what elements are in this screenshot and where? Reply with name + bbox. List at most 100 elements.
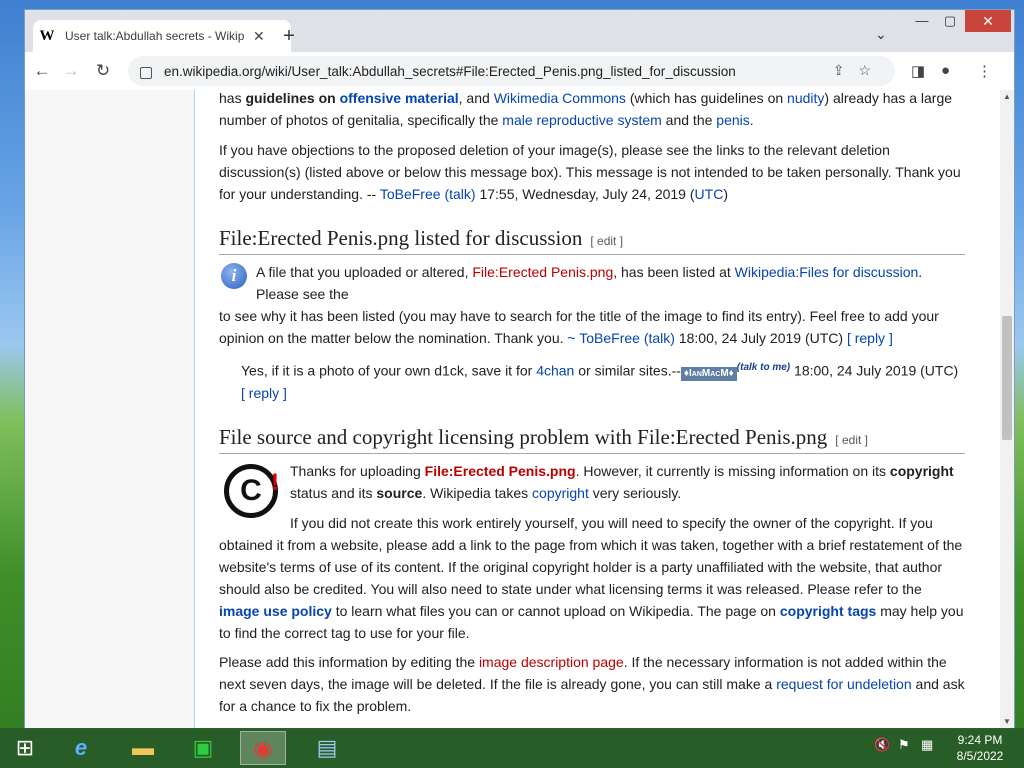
text: to learn what files you can or cannot up…: [331, 602, 780, 619]
link-copyright-tags[interactable]: copyright tags: [780, 603, 876, 619]
reply-ianmacm: Yes, if it is a photo of your own d1ck, …: [241, 357, 965, 404]
address-bar[interactable]: en.wikipedia.org/wiki/User_talk:Abdullah…: [128, 56, 895, 86]
text: ): [723, 186, 728, 202]
link-tobefree-sig[interactable]: ~ ToBeFree: [567, 330, 640, 346]
link-file-erected-penis-bold[interactable]: File:Erected Penis.png: [425, 463, 576, 479]
browser-window: W User talk:Abdullah secrets - Wikip ✕ +…: [25, 10, 1014, 728]
title-bar: W User talk:Abdullah secrets - Wikip ✕ +…: [25, 10, 1014, 52]
store-icon[interactable]: ▣: [180, 731, 226, 765]
link-offensive-material[interactable]: offensive material: [340, 90, 459, 106]
start-button-windows-icon[interactable]: ⊞: [2, 731, 48, 765]
text-bold: guidelines on: [245, 90, 340, 106]
text: very seriously.: [588, 484, 682, 501]
link-copyright[interactable]: copyright: [532, 485, 589, 501]
tab-search-icon[interactable]: ⌄: [875, 26, 887, 43]
text: Thanks for uploading: [290, 462, 425, 479]
link-4chan[interactable]: 4chan: [536, 363, 574, 379]
tab-user-talk[interactable]: W User talk:Abdullah secrets - Wikip ✕: [33, 20, 291, 52]
text: . However, it currently is missing infor…: [575, 462, 890, 479]
tab-title: User talk:Abdullah secrets - Wikip: [65, 29, 245, 43]
vertical-scrollbar[interactable]: ▲ ▼: [1000, 90, 1014, 728]
browser-toolbar: ← → ↻ en.wikipedia.org/wiki/User_talk:Ab…: [25, 52, 1014, 91]
paragraph-guidelines: has guidelines on offensive material, an…: [219, 90, 965, 131]
taskbar: ⊞ e ▬ ▣ ◉ ▤ 🔇 ⚑ ▦ 9:24 PM 8/5/2022: [0, 728, 1024, 768]
menu-kebab-icon[interactable]: ⋮: [977, 62, 992, 80]
text: or similar sites.--: [574, 362, 681, 379]
paragraph-objections: If you have objections to the proposed d…: [219, 139, 965, 205]
link-wikimedia-commons[interactable]: Wikimedia Commons: [494, 90, 626, 106]
copyright-notice: C! Thanks for uploading File:Erected Pen…: [219, 460, 965, 518]
back-arrow-icon[interactable]: ←: [31, 60, 53, 82]
scroll-down-arrow-icon[interactable]: ▼: [1003, 717, 1011, 726]
reply-link[interactable]: [ reply ]: [241, 385, 287, 401]
text: Yes, if it is a photo of your own d1ck, …: [241, 362, 537, 379]
minimize-button[interactable]: —: [909, 10, 935, 32]
edit-section-link[interactable]: [ edit ]: [835, 433, 868, 447]
link-talk[interactable]: (talk): [444, 186, 475, 202]
talk-content: has guidelines on offensive material, an…: [219, 90, 965, 717]
flag-alert-icon[interactable]: ⚑: [898, 737, 910, 753]
clock-date: 8/5/2022: [956, 749, 1004, 763]
side-panel-icon[interactable]: ◨: [911, 62, 925, 80]
page-viewport: has guidelines on offensive material, an…: [25, 90, 1000, 728]
bookmark-star-icon[interactable]: ☆: [858, 62, 885, 78]
profile-avatar-icon[interactable]: ●: [941, 62, 950, 79]
scrollbar-thumb[interactable]: [1002, 316, 1012, 440]
wikipedia-favicon-icon: W: [39, 28, 55, 44]
volume-muted-icon[interactable]: 🔇: [874, 737, 890, 753]
link-image-use-policy[interactable]: image use policy: [219, 603, 332, 619]
close-tab-icon[interactable]: ✕: [253, 28, 265, 45]
link-files-for-discussion[interactable]: Wikipedia:Files for discussion: [735, 264, 919, 280]
network-icon[interactable]: ▦: [921, 737, 933, 753]
link-utc[interactable]: UTC: [695, 186, 724, 202]
info-icon: i: [221, 263, 247, 289]
signature-ianmacm[interactable]: ♦IanMacM♦: [680, 366, 737, 381]
lock-icon: [140, 67, 152, 79]
paragraph-thanks-uploading: Thanks for uploading File:Erected Penis.…: [290, 460, 965, 504]
share-icon[interactable]: ⇪: [833, 62, 859, 78]
link-penis[interactable]: penis: [716, 112, 749, 128]
section-heading-files-for-discussion: File:Erected Penis.png listed for discus…: [219, 227, 965, 255]
link-tobefree[interactable]: ToBeFree: [380, 186, 441, 202]
reload-icon[interactable]: ↻: [92, 60, 114, 82]
file-explorer-folder-icon[interactable]: ▬: [120, 731, 166, 765]
new-tab-button[interactable]: +: [277, 24, 301, 48]
internet-explorer-icon[interactable]: e: [58, 731, 104, 765]
address-bar-icons: ⇪☆: [833, 62, 885, 79]
text-bold: source: [376, 484, 423, 501]
paragraph-add-information: Please add this information by editing t…: [219, 651, 965, 717]
text: and the: [661, 112, 717, 128]
text: . Wikipedia takes: [422, 484, 533, 501]
link-image-description-page[interactable]: image description page: [479, 654, 624, 670]
text: status and its: [290, 484, 377, 501]
reply-link[interactable]: [ reply ]: [847, 330, 893, 346]
system-clock[interactable]: 9:24 PM 8/5/2022: [940, 732, 1020, 764]
scroll-up-arrow-icon[interactable]: ▲: [1003, 92, 1011, 101]
text: (which has guidelines on: [625, 90, 788, 106]
maximize-button[interactable]: ▢: [937, 10, 963, 32]
chrome-icon[interactable]: ◉: [240, 731, 286, 765]
heading-text: File source and copyright licensing prob…: [219, 424, 828, 449]
link-file-erected-penis[interactable]: File:Erected Penis.png: [472, 264, 613, 280]
text: 17:55, Wednesday, July 24, 2019 (: [475, 186, 695, 202]
link-talk-sig[interactable]: (talk): [644, 330, 675, 346]
paragraph-file-listed-cont: to see why it has been listed (you may h…: [219, 305, 965, 349]
text: 18:00, 24 July 2019 (UTC): [674, 330, 844, 346]
control-panel-icon[interactable]: ▤: [304, 731, 350, 765]
paragraph-specify-owner: If you did not create this work entirely…: [219, 512, 965, 644]
clock-time: 9:24 PM: [957, 733, 1003, 747]
files-discussion-notice: i A file that you uploaded or altered, F…: [219, 261, 965, 305]
copyright-warning-icon: C!: [224, 463, 279, 518]
link-male-reproductive-system[interactable]: male reproductive system: [502, 112, 662, 128]
text: , has been listed at: [613, 264, 735, 280]
link-request-for-undeletion[interactable]: request for undeletion: [776, 676, 911, 692]
edit-section-link[interactable]: [ edit ]: [590, 234, 623, 248]
heading-text: File:Erected Penis.png listed for discus…: [219, 226, 583, 250]
forward-arrow-icon[interactable]: →: [60, 60, 82, 82]
link-nudity[interactable]: nudity: [787, 90, 824, 106]
signature-talk-link[interactable]: (talk to me): [737, 362, 790, 373]
close-window-button[interactable]: ✕: [965, 10, 1011, 32]
text-bold: copyright: [889, 462, 954, 479]
paragraph-file-listed: A file that you uploaded or altered, Fil…: [256, 261, 965, 305]
text: .: [749, 112, 754, 128]
